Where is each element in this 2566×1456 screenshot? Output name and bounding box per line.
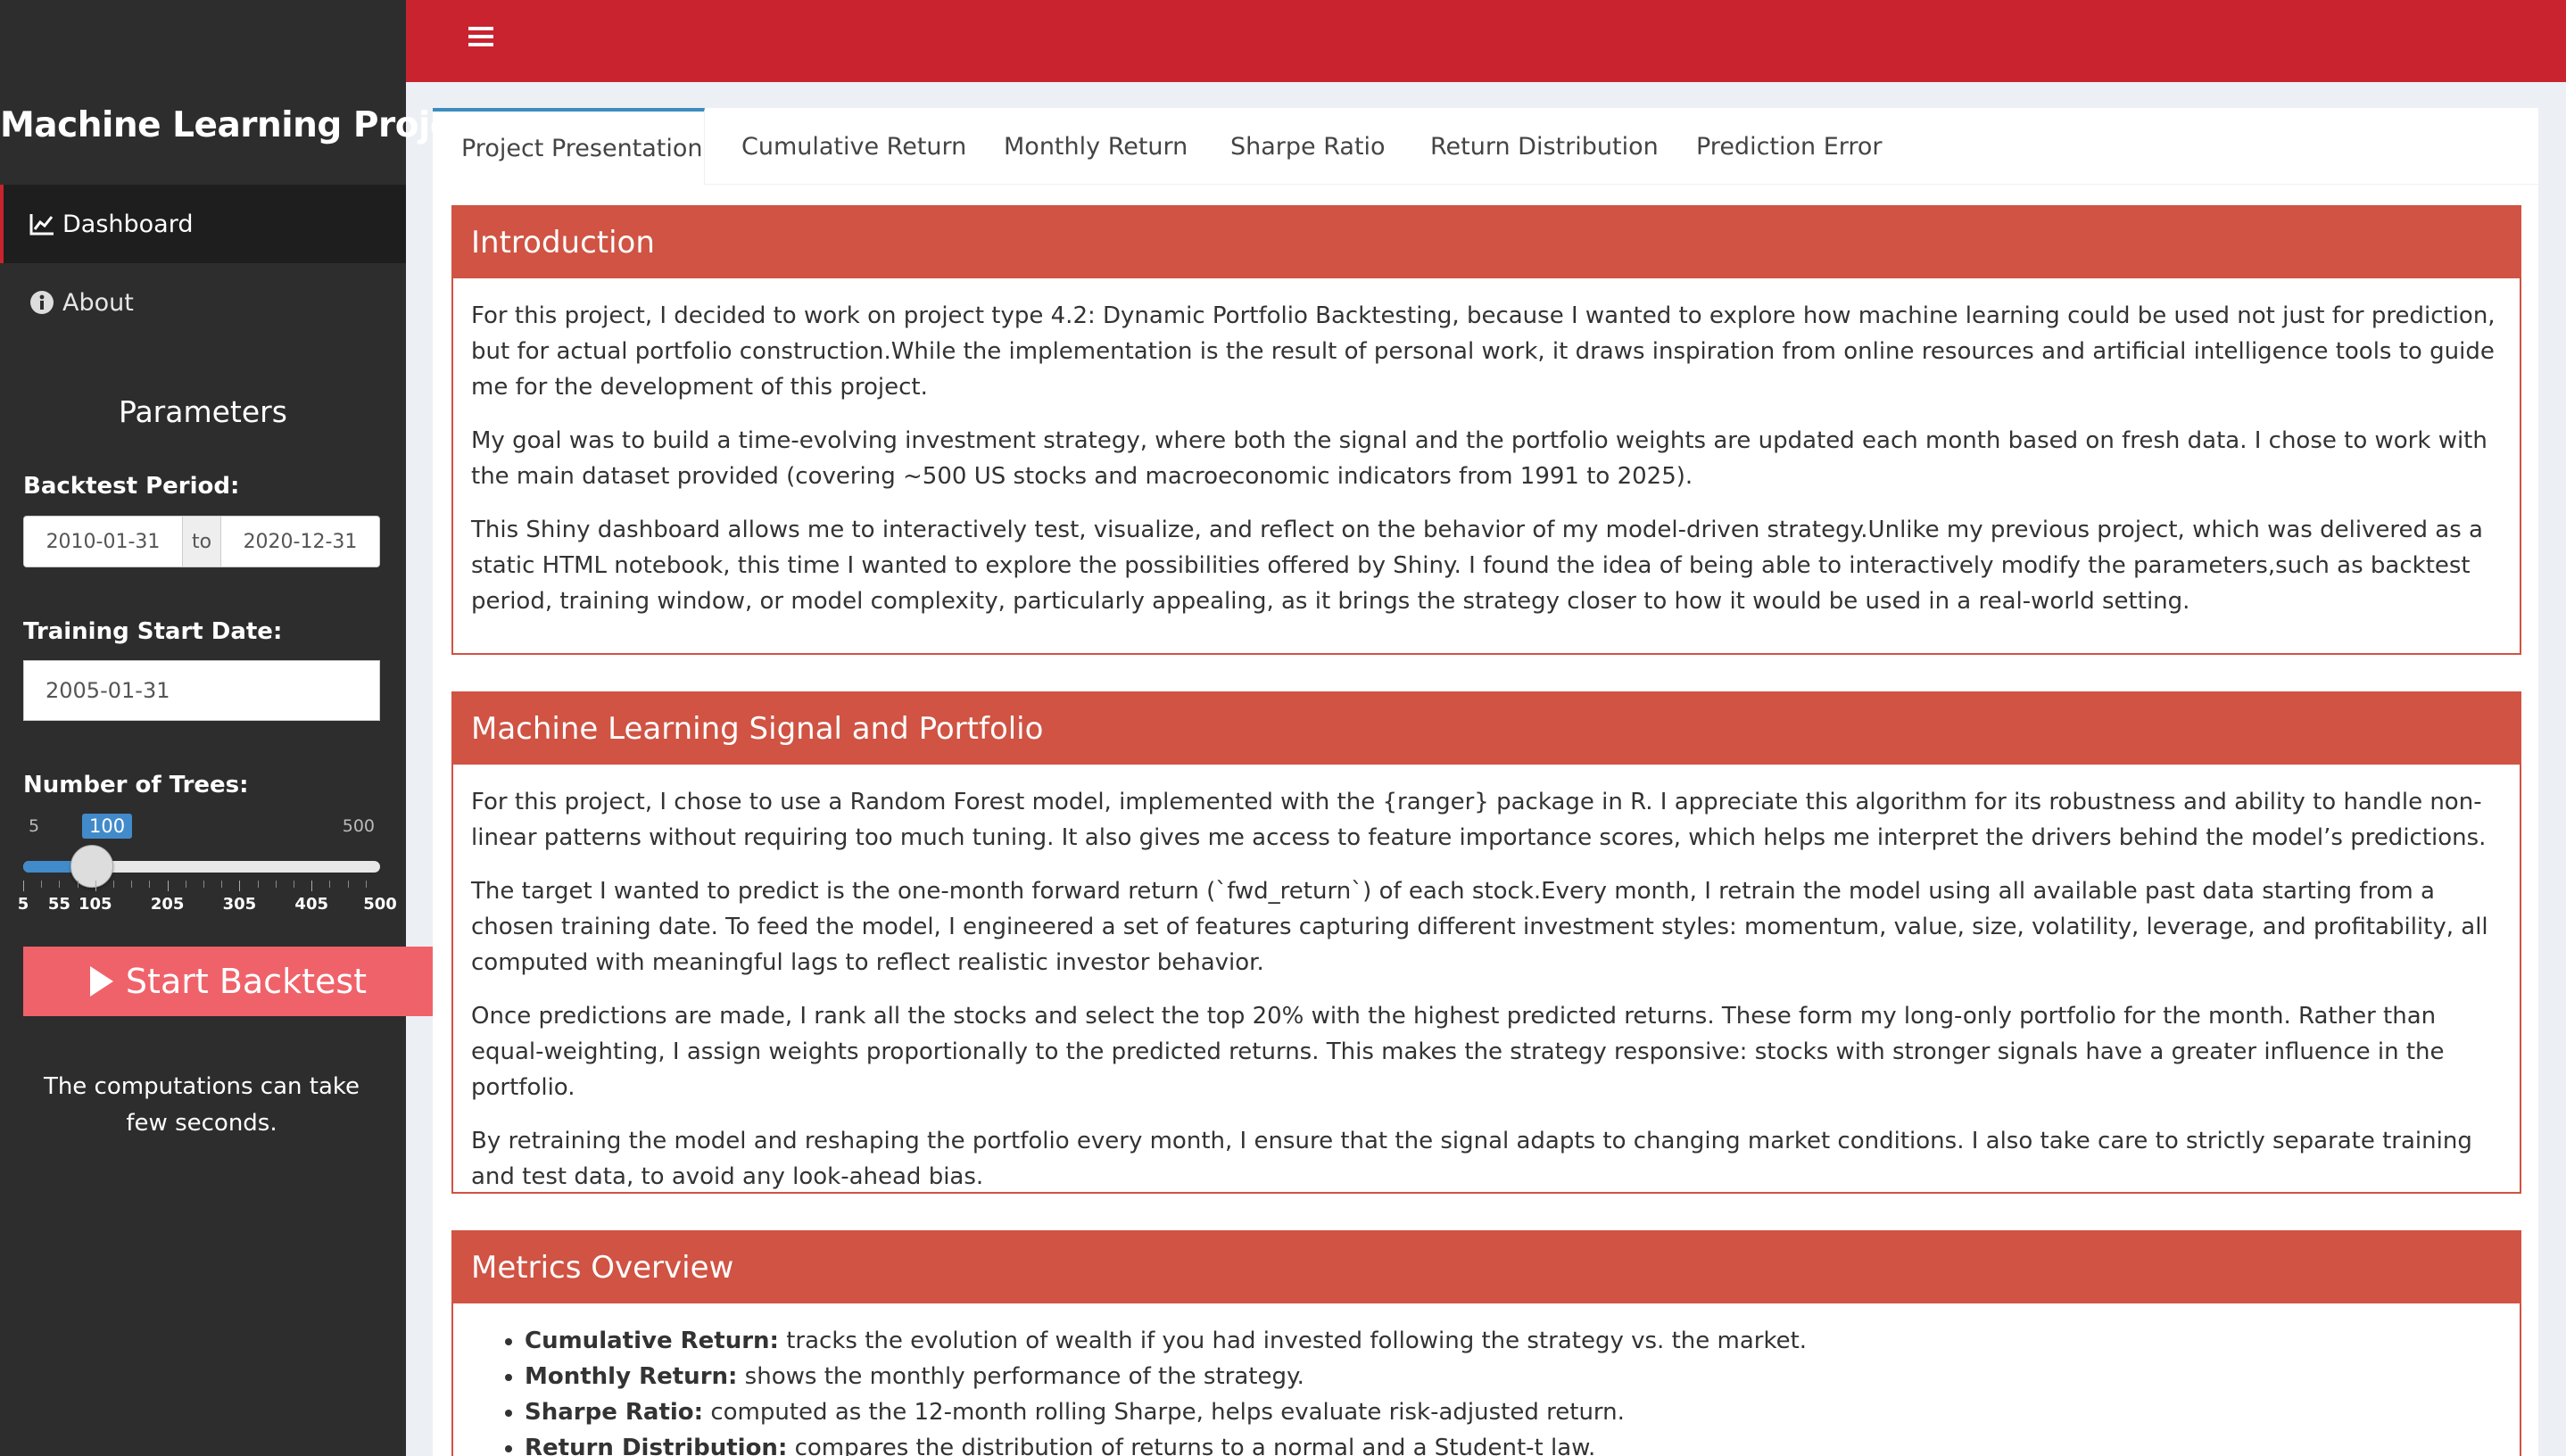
- training-start-input[interactable]: [23, 660, 380, 721]
- slider-tick: [257, 881, 259, 888]
- list-item: Monthly Return: shows the monthly perfor…: [525, 1359, 2502, 1394]
- slider-tick: [77, 881, 79, 888]
- list-item: Sharpe Ratio: computed as the 12-month r…: [525, 1394, 2502, 1430]
- slider-max-label: 500: [342, 816, 375, 836]
- trees-slider[interactable]: 5 500 100 5 55 105 205 305 405 500: [18, 807, 397, 914]
- slider-tick: [221, 881, 223, 888]
- backtest-period-label: Backtest Period:: [23, 473, 240, 500]
- box-body: For this project, I decided to work on p…: [453, 278, 2520, 619]
- paragraph: Once predictions are made, I rank all th…: [471, 1003, 2445, 1101]
- slider-tick: [113, 881, 114, 888]
- metric-term: Cumulative Return:: [525, 1328, 779, 1354]
- parameters-title: Parameters: [119, 394, 287, 429]
- list-item: Return Distribution: compares the distri…: [525, 1430, 2502, 1456]
- tick-label: 305: [222, 895, 257, 914]
- tick-label: 105: [79, 895, 112, 914]
- slider-tick: [329, 881, 331, 888]
- box-title: Metrics Overview: [453, 1232, 2520, 1303]
- metrics-list: Cumulative Return: tracks the evolution …: [471, 1323, 2502, 1456]
- backtest-period-range: to: [23, 516, 380, 567]
- slider-tick: [275, 881, 277, 888]
- metric-desc: computed as the 12-month rolling Sharpe,…: [703, 1399, 1625, 1426]
- tick-label: 500: [363, 895, 397, 914]
- box-title: Machine Learning Signal and Portfolio: [453, 693, 2520, 765]
- sidebar-item-dashboard[interactable]: Dashboard: [0, 185, 406, 263]
- slider-tick: [23, 881, 24, 891]
- hamburger-icon[interactable]: [468, 27, 493, 46]
- paragraph: By retraining the model and reshaping th…: [471, 1128, 2472, 1190]
- introduction-box: Introduction For this project, I decided…: [451, 205, 2521, 655]
- tick-label: 5: [17, 895, 29, 914]
- trees-label: Number of Trees:: [23, 772, 249, 798]
- computation-note: The computations can take few seconds.: [43, 1073, 360, 1137]
- metric-term: Sharpe Ratio:: [525, 1399, 704, 1426]
- box-body: Cumulative Return: tracks the evolution …: [453, 1303, 2520, 1456]
- metrics-box: Metrics Overview Cumulative Return: trac…: [451, 1230, 2521, 1456]
- play-icon: [89, 966, 113, 997]
- start-backtest-button[interactable]: Start Backtest: [23, 947, 434, 1016]
- start-backtest-label: Start Backtest: [125, 962, 368, 1001]
- list-item: Cumulative Return: tracks the evolution …: [525, 1323, 2502, 1359]
- tab-return-distribution[interactable]: Return Distribution: [1430, 108, 1659, 185]
- app-brand: Machine Learning Project: [0, 105, 490, 145]
- metric-term: Monthly Return:: [525, 1363, 738, 1390]
- sidebar-item-label: Dashboard: [62, 210, 194, 238]
- slider-tick: [41, 881, 43, 888]
- slider-value-badge: 100: [82, 814, 133, 839]
- slider-tick: [167, 881, 169, 891]
- backtest-start-input[interactable]: [24, 517, 182, 567]
- slider-tick: [149, 881, 151, 888]
- line-chart-icon: [29, 211, 55, 237]
- tab-cumulative-return[interactable]: Cumulative Return: [741, 108, 966, 185]
- slider-ticks: [23, 881, 380, 893]
- info-circle-icon: [29, 289, 55, 316]
- slider-tick: [311, 881, 313, 891]
- tick-label: 205: [150, 895, 185, 914]
- paragraph: For this project, I chose to use a Rando…: [471, 789, 2487, 851]
- backtest-end-input[interactable]: [221, 517, 379, 567]
- tick-label: 405: [294, 895, 329, 914]
- slider-tick: [131, 881, 133, 888]
- box-body: For this project, I chose to use a Rando…: [453, 765, 2520, 1195]
- slider-tick: [95, 881, 96, 891]
- tab-project-presentation[interactable]: Project Presentation: [433, 108, 705, 185]
- metric-desc: shows the monthly performance of the str…: [737, 1363, 1304, 1390]
- sidebar-item-about[interactable]: About: [0, 263, 406, 342]
- paragraph: This Shiny dashboard allows me to intera…: [471, 517, 2483, 615]
- slider-tick: [59, 881, 61, 888]
- paragraph: For this project, I decided to work on p…: [471, 302, 2496, 401]
- tab-sharpe-ratio[interactable]: Sharpe Ratio: [1230, 108, 1386, 185]
- sidebar: Machine Learning Project Dashboard About…: [0, 0, 490, 1456]
- slider-tick: [347, 881, 349, 888]
- training-start-label: Training Start Date:: [23, 618, 283, 645]
- slider-tick: [365, 881, 367, 888]
- top-header: [406, 0, 2566, 82]
- tab-bar: Project Presentation Cumulative Return M…: [433, 108, 2538, 185]
- tab-prediction-error[interactable]: Prediction Error: [1696, 108, 1883, 185]
- metric-desc: compares the distribution of returns to …: [787, 1435, 1596, 1456]
- ml-signal-box: Machine Learning Signal and Portfolio Fo…: [451, 691, 2521, 1194]
- sidebar-item-label: About: [62, 288, 134, 317]
- paragraph: My goal was to build a time-evolving inv…: [471, 427, 2487, 490]
- box-title: Introduction: [453, 207, 2520, 278]
- tick-label: 55: [47, 895, 70, 914]
- slider-tick: [239, 881, 241, 891]
- metric-desc: tracks the evolution of wealth if you ha…: [778, 1328, 1808, 1354]
- slider-tick: [203, 881, 205, 888]
- paragraph: The target I wanted to predict is the on…: [471, 878, 2488, 976]
- slider-min-label: 5: [29, 816, 40, 836]
- range-separator: to: [182, 517, 221, 567]
- metric-term: Return Distribution:: [525, 1435, 788, 1456]
- tab-monthly-return[interactable]: Monthly Return: [1004, 108, 1188, 185]
